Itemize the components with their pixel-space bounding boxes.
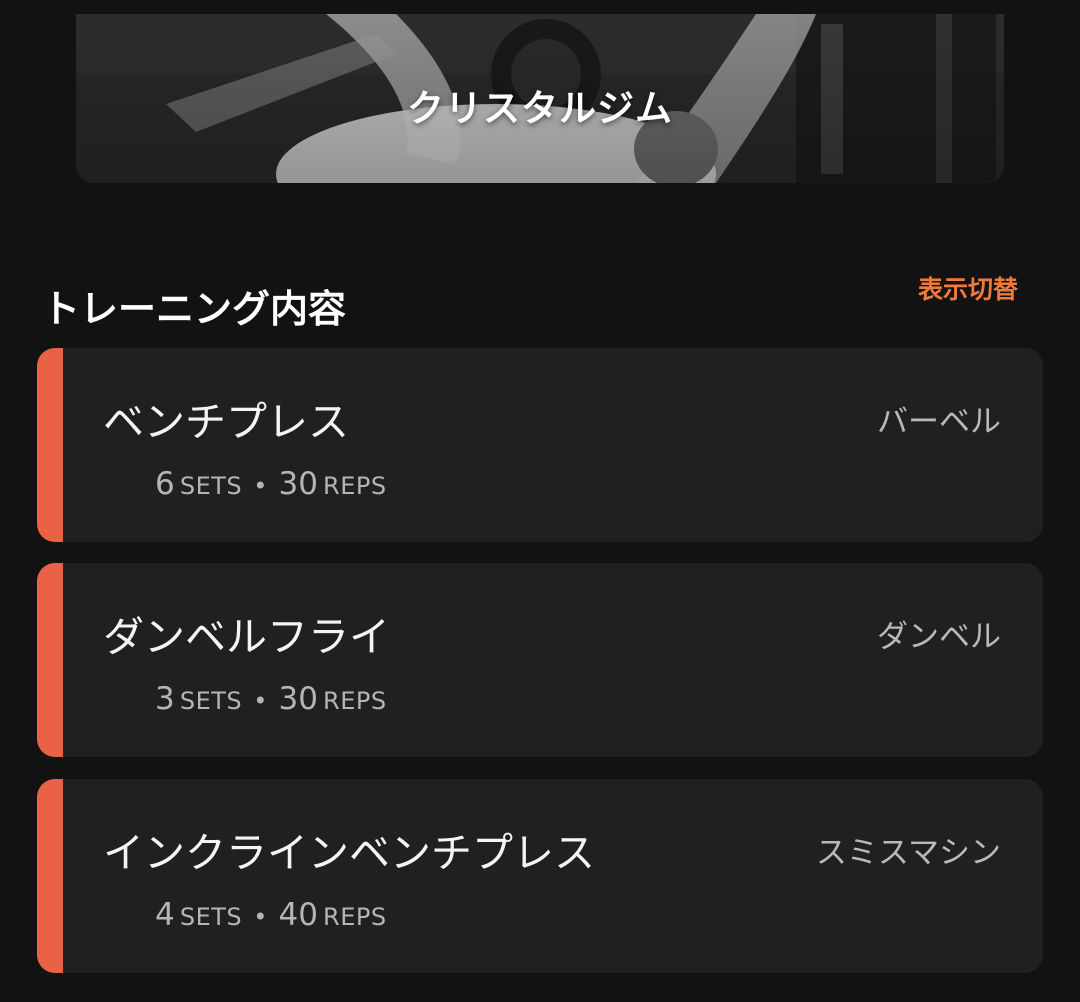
exercise-card[interactable]: ベンチプレス バーベル 6 SETS • 30 REPS — [37, 348, 1043, 542]
sets-reps-summary: 4 SETS • 40 REPS — [155, 897, 387, 933]
reps-count: 30 — [278, 681, 318, 717]
exercise-card[interactable]: ダンベルフライ ダンベル 3 SETS • 30 REPS — [37, 563, 1043, 757]
separator-dot: • — [253, 472, 268, 500]
separator-dot: • — [253, 903, 268, 931]
gym-name: クリスタルジム — [407, 87, 673, 130]
reps-unit: REPS — [323, 903, 387, 931]
equipment-label: バーベル — [877, 404, 1001, 440]
view-toggle-button[interactable]: 表示切替 — [918, 270, 1018, 306]
reps-count: 40 — [278, 897, 318, 933]
card-accent-bar — [37, 563, 63, 757]
sets-count: 6 — [155, 466, 175, 502]
sets-reps-summary: 6 SETS • 30 REPS — [155, 466, 387, 502]
reps-count: 30 — [278, 466, 318, 502]
workout-detail-screen: クリスタルジム トレーニング内容 表示切替 ベンチプレス バーベル 6 SETS… — [0, 0, 1080, 1002]
equipment-label: スミスマシン — [815, 835, 1001, 871]
sets-count: 4 — [155, 897, 175, 933]
separator-dot: • — [253, 687, 268, 715]
sets-count: 3 — [155, 681, 175, 717]
exercise-name: ベンチプレス — [103, 398, 349, 446]
exercise-name: ダンベルフライ — [103, 613, 390, 661]
card-accent-bar — [37, 348, 63, 542]
card-accent-bar — [37, 779, 63, 973]
reps-unit: REPS — [323, 472, 387, 500]
section-title: トレーニング内容 — [42, 287, 347, 331]
exercise-name: インクラインベンチプレス — [103, 829, 595, 877]
gym-banner[interactable]: クリスタルジム — [76, 14, 1004, 183]
sets-reps-summary: 3 SETS • 30 REPS — [155, 681, 387, 717]
reps-unit: REPS — [323, 687, 387, 715]
sets-unit: SETS — [179, 903, 243, 931]
sets-unit: SETS — [179, 472, 243, 500]
sets-unit: SETS — [179, 687, 243, 715]
exercise-card[interactable]: インクラインベンチプレス スミスマシン 4 SETS • 40 REPS — [37, 779, 1043, 973]
equipment-label: ダンベル — [877, 619, 1001, 655]
